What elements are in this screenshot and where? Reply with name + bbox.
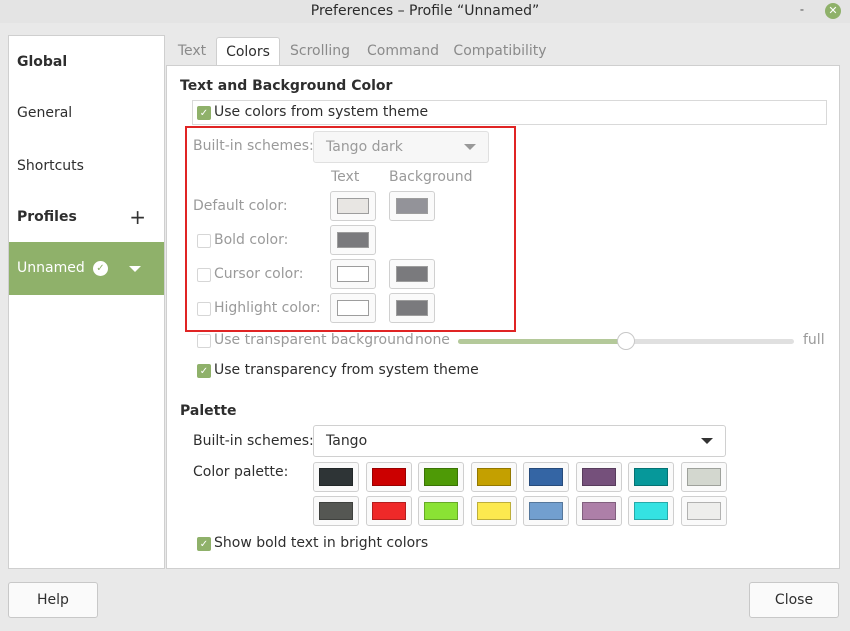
sidebar-item-profile-unnamed[interactable]: Unnamed ✓: [9, 242, 164, 295]
profile-name: Unnamed: [17, 260, 85, 276]
bold-bright-label: Show bold text in bright colors: [214, 535, 429, 551]
palette-color-swatch: [424, 468, 458, 486]
minimize-icon[interactable]: ˗: [794, 0, 810, 23]
palette-color-3-button[interactable]: [470, 462, 517, 492]
palette-color-6-button[interactable]: [628, 462, 674, 492]
sidebar-item-global[interactable]: Global: [9, 36, 164, 89]
palette-color-swatch: [529, 468, 563, 486]
text-background-heading: Text and Background Color: [180, 78, 393, 94]
close-icon[interactable]: ✕: [825, 3, 841, 19]
palette-color-14-button[interactable]: [628, 496, 674, 526]
transparency-system-label: Use transparency from system theme: [214, 362, 479, 378]
tab-compatibility[interactable]: Compatibility: [452, 37, 548, 65]
palette-color-11-button[interactable]: [470, 496, 517, 526]
palette-color-0-button[interactable]: [313, 462, 359, 492]
tab-scrolling[interactable]: Scrolling: [282, 37, 358, 65]
transparent-background-checkbox[interactable]: [197, 334, 211, 348]
palette-color-2-button[interactable]: [418, 462, 464, 492]
tab-command[interactable]: Command: [364, 37, 442, 65]
transparency-max-label: full: [803, 332, 825, 348]
palette-schemes-dropdown[interactable]: Tango: [313, 425, 726, 457]
palette-color-4-button[interactable]: [523, 462, 569, 492]
sidebar-item-profiles: Profiles +: [9, 191, 164, 244]
title-bar: Preferences – Profile “Unnamed” ˗ ✕: [0, 0, 850, 23]
bold-bright-checkbox[interactable]: ✓: [197, 537, 211, 551]
palette-color-swatch: [634, 502, 668, 520]
palette-color-5-button[interactable]: [575, 462, 622, 492]
palette-color-1-button[interactable]: [365, 462, 412, 492]
default-profile-icon: ✓: [93, 261, 108, 276]
palette-color-swatch: [319, 468, 353, 486]
palette-color-9-button[interactable]: [365, 496, 412, 526]
transparency-system-checkbox[interactable]: ✓: [197, 364, 211, 378]
palette-color-swatch: [476, 468, 511, 486]
window-title: Preferences – Profile “Unnamed”: [310, 3, 540, 19]
palette-color-swatch: [476, 502, 511, 520]
palette-heading: Palette: [180, 403, 237, 419]
transparent-background-label: Use transparent background: [214, 332, 414, 348]
palette-color-7-button[interactable]: [680, 462, 727, 492]
use-system-colors-label: Use colors from system theme: [214, 104, 429, 120]
palette-schemes-value: Tango: [326, 433, 368, 449]
palette-color-swatch: [529, 502, 563, 520]
palette-color-15-button[interactable]: [680, 496, 727, 526]
palette-color-swatch: [424, 502, 458, 520]
palette-color-swatch: [319, 502, 353, 520]
palette-color-12-button[interactable]: [523, 496, 569, 526]
transparency-slider-handle[interactable]: [617, 332, 635, 350]
transparency-slider-fill: [458, 339, 626, 344]
use-system-colors-checkbox[interactable]: ✓: [197, 106, 211, 120]
add-profile-icon[interactable]: +: [129, 191, 146, 244]
sidebar-item-general[interactable]: General: [9, 87, 164, 140]
highlight-annotation-box: [185, 126, 516, 332]
help-button[interactable]: Help: [8, 582, 98, 618]
palette-color-swatch: [371, 468, 406, 486]
palette-color-swatch: [686, 468, 721, 486]
palette-color-13-button[interactable]: [575, 496, 622, 526]
transparency-min-label: none: [415, 332, 450, 348]
palette-color-swatch: [634, 468, 668, 486]
chevron-down-icon: [701, 438, 713, 444]
profiles-label: Profiles: [17, 209, 77, 225]
palette-schemes-label: Built-in schemes:: [193, 433, 314, 449]
palette-color-swatch: [581, 502, 616, 520]
palette-color-swatch: [371, 502, 406, 520]
palette-color-8-button[interactable]: [313, 496, 359, 526]
sidebar: Global General Shortcuts Profiles + Unna…: [8, 35, 165, 569]
tab-text[interactable]: Text: [169, 37, 215, 65]
sidebar-item-shortcuts[interactable]: Shortcuts: [9, 140, 164, 193]
tab-colors[interactable]: Colors: [216, 37, 280, 65]
color-palette-label: Color palette:: [193, 464, 289, 480]
close-button[interactable]: Close: [749, 582, 839, 618]
palette-color-swatch: [581, 468, 616, 486]
profile-menu-icon[interactable]: [129, 266, 141, 272]
palette-color-swatch: [686, 502, 721, 520]
palette-color-10-button[interactable]: [418, 496, 464, 526]
colors-panel: Text and Background Color ✓ Use colors f…: [166, 65, 840, 569]
